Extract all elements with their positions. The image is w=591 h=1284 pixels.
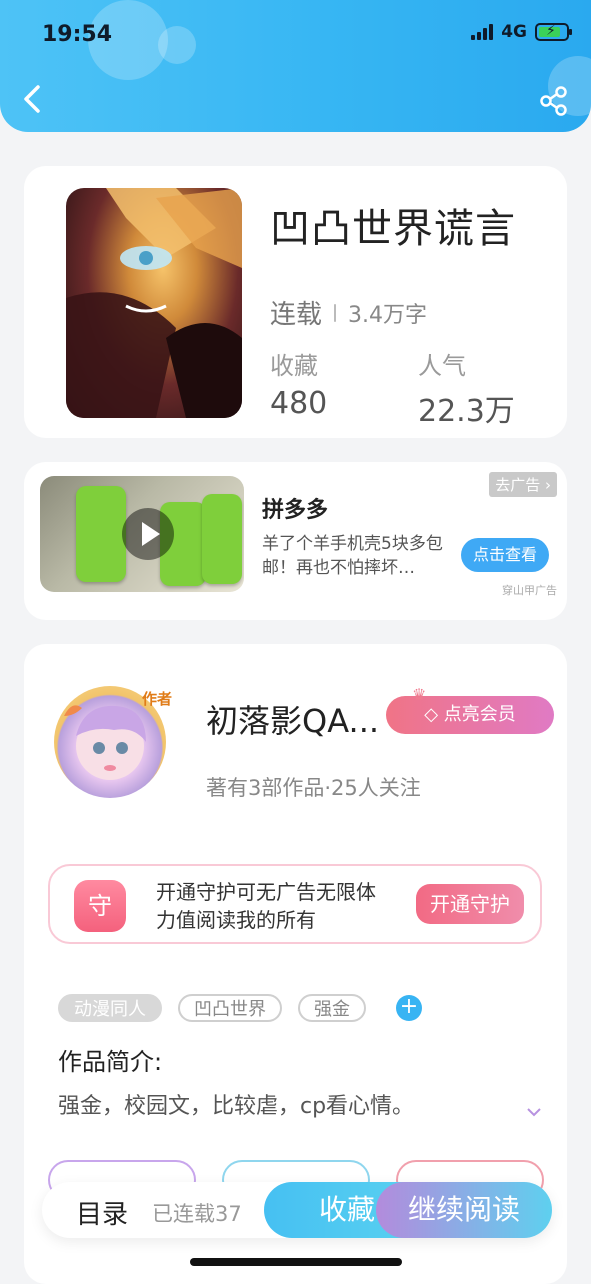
home-indicator bbox=[190, 1258, 402, 1266]
author-name[interactable]: 初落影QA... bbox=[206, 696, 379, 742]
battery-icon: ⚡ bbox=[535, 23, 572, 41]
vip-button[interactable]: ♛ ◇ 点亮会员 bbox=[386, 685, 554, 734]
crown-icon: ♛ bbox=[412, 685, 427, 704]
vip-button-label: 点亮会员 bbox=[443, 704, 516, 725]
signal-icon bbox=[471, 24, 494, 40]
author-summary: 著有3部作品·25人关注 bbox=[206, 776, 421, 800]
tag-list: 动漫同人 凹凸世界 强金 + bbox=[58, 994, 422, 1022]
remove-ad-button[interactable]: 去广告 › bbox=[489, 472, 557, 497]
author-badge: 作者 bbox=[141, 690, 172, 708]
favorites-label: 收藏 bbox=[270, 352, 318, 380]
table-of-contents-button[interactable]: 目录 bbox=[76, 1194, 128, 1231]
serial-status: 连载 bbox=[270, 300, 323, 330]
add-tag-icon[interactable]: + bbox=[396, 995, 422, 1021]
intro-text: 强金，校园文，比较虐，cp看心情。 bbox=[58, 1094, 415, 1119]
ad-source: 穿山甲广告 bbox=[502, 584, 557, 597]
guard-description: 开通守护可无广告无限体力值阅读我的所有 bbox=[156, 880, 376, 932]
ad-card[interactable]: 去广告 › 拼多多 羊了个羊手机壳5块多包邮！再也不怕摔坏… 点击查看 穿山甲广… bbox=[24, 462, 567, 620]
book-cover[interactable] bbox=[66, 188, 242, 418]
word-count: 3.4万字 bbox=[348, 302, 428, 328]
guard-banner[interactable]: 守 开通守护可无广告无限体力值阅读我的所有 开通守护 bbox=[48, 864, 542, 944]
chevron-down-icon[interactable] bbox=[526, 1104, 542, 1120]
back-button[interactable] bbox=[20, 84, 46, 114]
bottom-action-bar: 目录 已连载37 收藏 继续阅读 bbox=[42, 1182, 552, 1238]
phone-case-image bbox=[76, 486, 126, 582]
continue-reading-button[interactable]: 继续阅读 bbox=[376, 1182, 552, 1238]
favorites-value: 480 bbox=[270, 386, 328, 421]
ad-description: 羊了个羊手机壳5块多包邮！再也不怕摔坏… bbox=[262, 534, 443, 578]
tag-chip[interactable]: 动漫同人 bbox=[58, 994, 162, 1022]
tag-chip[interactable]: 凹凸世界 bbox=[178, 994, 282, 1022]
meta-divider bbox=[334, 303, 337, 322]
tag-chip[interactable]: 强金 bbox=[298, 994, 366, 1022]
status-time: 19:54 bbox=[42, 22, 113, 47]
network-type: 4G bbox=[501, 22, 527, 42]
intro-title: 作品简介: bbox=[58, 1048, 163, 1076]
ad-brand: 拼多多 bbox=[262, 498, 329, 523]
cover-art bbox=[66, 188, 242, 418]
popularity-label: 人气 bbox=[418, 352, 466, 380]
open-guard-button[interactable]: 开通守护 bbox=[416, 884, 524, 924]
shield-icon: 守 bbox=[74, 880, 126, 932]
play-icon[interactable] bbox=[122, 508, 174, 560]
book-info-card: 凹凸世界谎言 连载 3.4万字 收藏 480 人气 22.3万 bbox=[24, 166, 567, 438]
status-icons: 4G ⚡ bbox=[471, 22, 572, 42]
phone-case-image bbox=[202, 494, 242, 584]
book-title: 凹凸世界谎言 bbox=[270, 206, 516, 252]
book-meta: 连载 3.4万字 bbox=[270, 294, 427, 331]
chapter-count: 已连载37 bbox=[152, 1202, 242, 1226]
ad-view-button[interactable]: 点击查看 bbox=[461, 538, 549, 572]
header: 19:54 4G ⚡ bbox=[0, 0, 591, 132]
popularity-value: 22.3万 bbox=[418, 394, 515, 429]
share-icon[interactable] bbox=[539, 86, 569, 116]
diamond-icon: ◇ bbox=[424, 704, 444, 725]
author-avatar[interactable]: 作者 bbox=[54, 686, 172, 798]
ad-video-thumbnail[interactable] bbox=[40, 476, 244, 592]
decor-bubble bbox=[158, 26, 196, 64]
